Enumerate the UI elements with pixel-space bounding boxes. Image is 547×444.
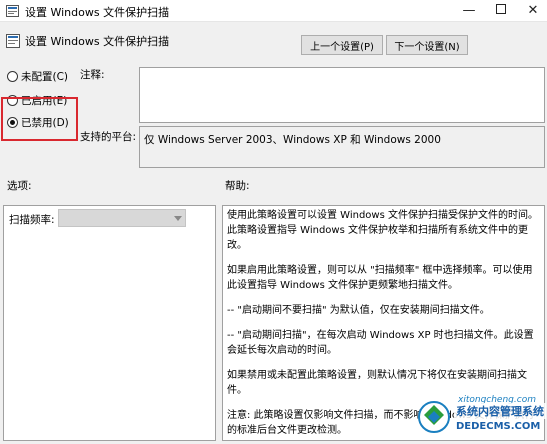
highlight-box <box>1 97 78 141</box>
help-paragraph: 如果禁用或未配置此策略设置，则默认情况下将仅在安装期间扫描文件。 <box>227 370 527 396</box>
chevron-down-icon <box>174 216 182 221</box>
radio-label: 未配置(C) <box>21 71 69 83</box>
help-paragraph: -- "启动期间扫描"，在每次启动 Windows XP 时也扫描文件。此设置会… <box>227 330 534 356</box>
supported-platforms-field: 仅 Windows Server 2003、Windows XP 和 Windo… <box>139 126 545 168</box>
comment-label: 注释: <box>80 69 105 81</box>
next-setting-button[interactable]: 下一个设置(N) <box>386 35 468 55</box>
scan-frequency-label: 扫描频率: <box>9 214 55 226</box>
help-label: 帮助: <box>225 180 250 192</box>
previous-setting-button[interactable]: 上一个设置(P) <box>301 35 383 55</box>
maximize-icon <box>496 4 506 14</box>
watermark-domain: DEDECMS.COM <box>454 421 543 432</box>
policy-setting-icon <box>6 34 20 48</box>
close-button[interactable]: ✕ <box>513 0 547 22</box>
radio-button-icon <box>7 71 18 82</box>
scan-frequency-dropdown[interactable] <box>58 209 186 227</box>
watermark-text: 系统内容管理系统 <box>454 403 546 419</box>
minimize-icon: — <box>462 3 476 18</box>
comment-textarea[interactable] <box>139 67 545 123</box>
radio-not-configured[interactable]: 未配置(C) <box>7 69 68 84</box>
watermark-logo-icon <box>418 401 450 433</box>
options-label: 选项: <box>7 180 32 192</box>
help-paragraph: 使用此策略设置可以设置 Windows 文件保护扫描受保护文件的时间。此策略设置… <box>227 210 538 251</box>
close-icon: ✕ <box>527 3 539 18</box>
window-title: 设置 Windows 文件保护扫描 <box>25 6 170 19</box>
help-paragraph: 如果启用此策略设置，则可以从 "扫描频率" 框中选择频率。可以使用此设置指导 W… <box>227 265 533 291</box>
help-paragraph: -- "启动期间不要扫描" 为默认值，仅在安装期间扫描文件。 <box>227 305 490 316</box>
title-bar: 设置 Windows 文件保护扫描 — ✕ <box>0 0 547 22</box>
watermark: xitongcheng.com 系统内容管理系统 DEDECMS.COM <box>410 395 547 444</box>
page-title: 设置 Windows 文件保护扫描 <box>25 35 170 48</box>
platform-label: 支持的平台: <box>80 131 137 143</box>
policy-app-icon <box>6 5 19 17</box>
options-pane: 扫描频率: <box>3 205 216 441</box>
